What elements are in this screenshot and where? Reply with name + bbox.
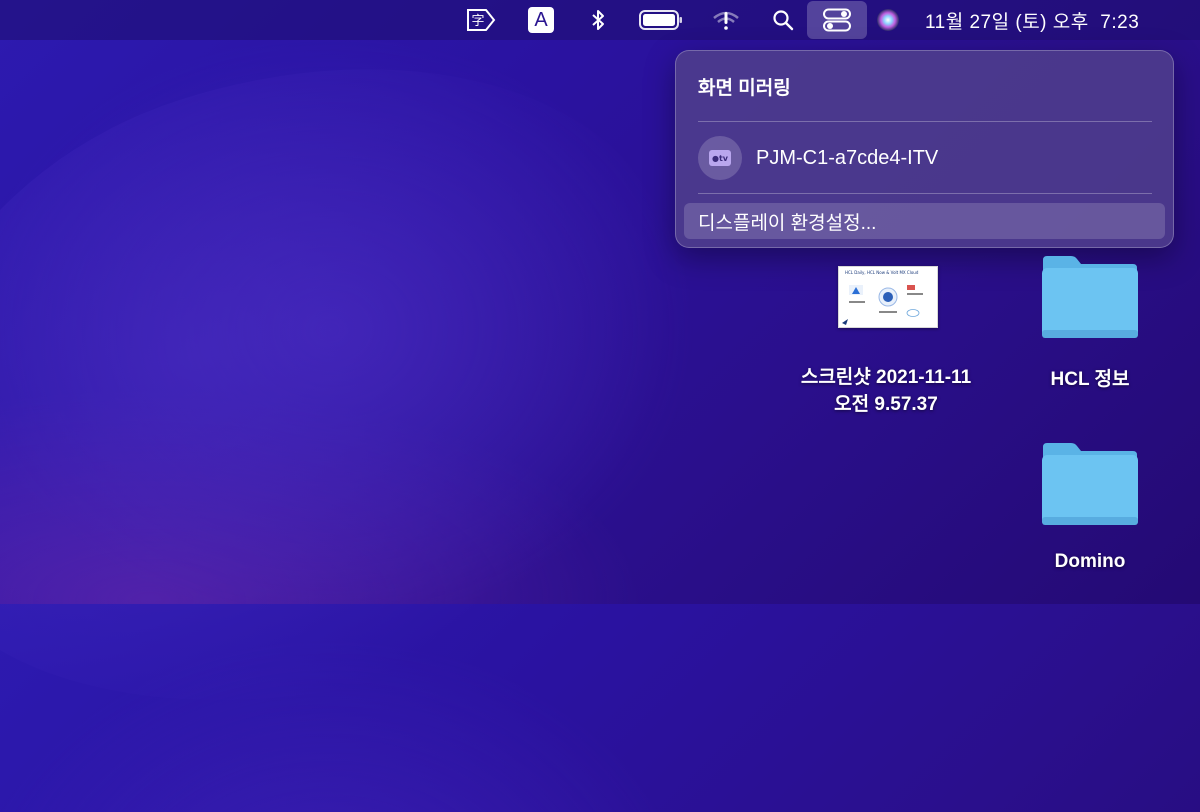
divider bbox=[698, 121, 1152, 122]
screenshot-title-line2: 오전 9.57.37 bbox=[834, 394, 938, 415]
apple-tv-badge: ● tv bbox=[709, 150, 731, 166]
display-settings-button[interactable]: 디스플레이 환경설정... bbox=[684, 203, 1165, 239]
folder-icon[interactable] bbox=[1041, 441, 1139, 525]
folder-icon[interactable] bbox=[1041, 254, 1139, 338]
device-item[interactable]: ● tv PJM-C1-a7cde4-ITV bbox=[698, 136, 938, 180]
screenshot-file-icon[interactable]: HCL Daily, HCL Now & Volt MX Cloud bbox=[838, 266, 938, 328]
wallpaper-shape bbox=[0, 0, 776, 812]
search-icon[interactable] bbox=[770, 0, 796, 40]
divider bbox=[698, 193, 1152, 194]
apple-tv-label: tv bbox=[718, 153, 729, 163]
popup-title: 화면 미러링 bbox=[698, 78, 791, 99]
menu-clock[interactable]: 11월 27일 (토) 오후 7:23 bbox=[925, 0, 1175, 40]
folder-label[interactable]: HCL 정보 bbox=[1010, 364, 1170, 391]
screenshot-file-label[interactable]: 스크린샷 2021-11-11 오전 9.57.37 bbox=[780, 364, 992, 418]
chinese-input-icon[interactable]: 字 bbox=[465, 0, 497, 40]
wifi-alert-icon[interactable] bbox=[710, 0, 742, 40]
input-letter: A bbox=[528, 7, 554, 33]
apple-tv-icon: ● tv bbox=[698, 136, 742, 180]
device-name: PJM-C1-a7cde4-ITV bbox=[756, 146, 939, 169]
menu-bar: 字 A 11월 27일 (토) 오후 7:23 bbox=[0, 0, 1200, 40]
siri-icon[interactable] bbox=[874, 0, 902, 40]
folder-label[interactable]: Domino bbox=[1010, 551, 1170, 573]
bluetooth-icon[interactable] bbox=[586, 0, 610, 40]
display-settings-label: 디스플레이 환경설정... bbox=[698, 212, 877, 234]
control-center-icon[interactable] bbox=[807, 1, 867, 39]
screen-mirroring-popup: 화면 미러링 ● tv PJM-C1-a7cde4-ITV 디스플레이 환경설정.… bbox=[675, 50, 1174, 248]
battery-icon[interactable] bbox=[638, 0, 684, 40]
svg-text:字: 字 bbox=[471, 14, 484, 29]
screenshot-title-line1: 스크린샷 2021-11-11 bbox=[800, 367, 972, 388]
thumb-heading: HCL Daily, HCL Now & Volt MX Cloud bbox=[845, 270, 919, 275]
input-source-a-icon[interactable]: A bbox=[527, 0, 555, 40]
